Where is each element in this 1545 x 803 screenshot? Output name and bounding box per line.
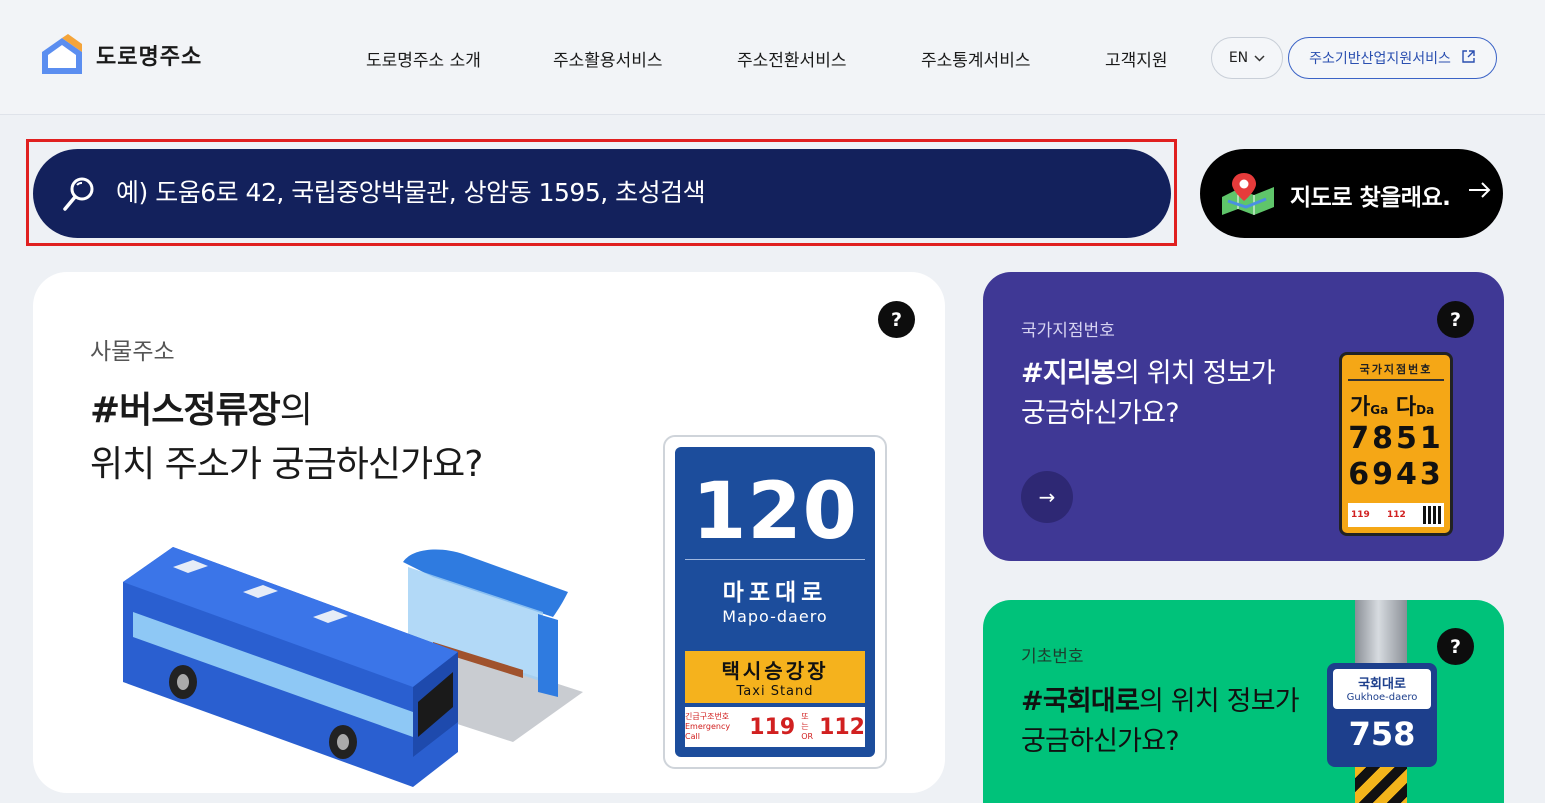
headline-line2: 궁금하신가요? [1021, 398, 1180, 429]
sign-road-name-ko: 마포대로 [722, 580, 828, 606]
card-headline: #지리봉의 위치 정보가 궁금하신가요? [1021, 354, 1276, 434]
sign-emergency-or: 또는 OR [801, 712, 814, 741]
plate-number-2: 6943 [1348, 457, 1444, 492]
language-button[interactable]: EN [1211, 37, 1283, 79]
help-button[interactable]: ? [1437, 628, 1474, 665]
address-search-input[interactable] [116, 170, 1116, 214]
sign-number: 120 [692, 467, 858, 557]
object-address-card[interactable]: ? 사물주소 #버스정류장의 위치 주소가 궁금하신가요? 120 마포대로 M… [33, 272, 945, 793]
national-point-number-card[interactable]: ? 국가지점번호 #지리봉의 위치 정보가 궁금하신가요? → 국가지점번호 가… [983, 272, 1504, 561]
sign-taxi-ko: 택시승강장 [721, 659, 829, 683]
industry-service-label: 주소기반산업지원서비스 [1309, 51, 1451, 67]
national-point-plate: 국가지점번호 가Ga 다Da 7851 6943 119 112 [1339, 352, 1453, 536]
card-eyebrow: 기초번호 [1021, 647, 1084, 667]
map-search-button[interactable]: 지도로 찾을래요. [1200, 149, 1503, 238]
map-pin-icon [1220, 171, 1276, 219]
search-icon[interactable] [62, 176, 96, 212]
plate-road-name-ko: 국회대로 [1358, 677, 1406, 692]
qr-code-icon [1423, 506, 1441, 524]
arrow-right-icon [1468, 177, 1492, 205]
plate-number-1: 7851 [1348, 421, 1444, 456]
sign-taxi-en: Taxi Stand [736, 684, 814, 699]
bus-stop-sign: 120 마포대로 Mapo-daero 택시승강장 Taxi Stand 긴급구… [663, 435, 887, 769]
sign-emergency-panel: 긴급구조번호 Emergency Call 119 또는 OR 112 [685, 707, 865, 747]
card-eyebrow: 국가지점번호 [1021, 321, 1115, 341]
bus-stop-illustration [113, 542, 613, 793]
nav-item-usage[interactable]: 주소활용서비스 [553, 46, 662, 71]
sign-emergency-112: 112 [819, 714, 865, 740]
basic-number-card[interactable]: ? 기초번호 #국회대로의 위치 정보가 궁금하신가요? 국회대로 Gukhoe… [983, 600, 1504, 803]
sign-divider [685, 559, 865, 560]
sign-emergency-en: Emergency Call [685, 722, 731, 741]
headline-keyword: #국회대로 [1021, 686, 1140, 717]
help-button[interactable]: ? [878, 301, 915, 338]
external-link-icon [1461, 49, 1476, 68]
plate-title: 국가지점번호 [1348, 361, 1444, 381]
headline-keyword: #지리봉 [1021, 358, 1116, 389]
plate-footer: 119 112 [1348, 503, 1444, 527]
language-label: EN [1228, 50, 1249, 66]
card-headline: #버스정류장의 위치 주소가 궁금하신가요? [90, 384, 483, 492]
headline-text: 의 위치 정보가 [1114, 358, 1276, 389]
headline-line2: 궁금하신가요? [1021, 726, 1180, 757]
chevron-down-icon [1254, 50, 1265, 66]
sign-road-name-en: Mapo-daero [722, 607, 828, 626]
headline-text: 의 위치 정보가 [1138, 686, 1300, 717]
help-button[interactable]: ? [1437, 301, 1474, 338]
plate-grid-code: 가Ga 다Da [1350, 395, 1435, 420]
arrow-right-icon: → [1038, 485, 1056, 509]
headline-keyword: #버스정류장 [90, 390, 281, 431]
card-eyebrow: 사물주소 [90, 339, 175, 365]
arrow-right-button[interactable]: → [1021, 471, 1073, 523]
card-headline: #국회대로의 위치 정보가 궁금하신가요? [1021, 682, 1300, 762]
nav-item-support[interactable]: 고객지원 [1105, 46, 1168, 71]
nav-item-convert[interactable]: 주소전환서비스 [737, 46, 846, 71]
plate-number: 758 [1348, 715, 1416, 753]
site-header: 도로명주소 도로명주소 소개 주소활용서비스 주소전환서비스 주소통계서비스 고… [0, 0, 1545, 115]
headline-line2: 위치 주소가 궁금하신가요? [90, 444, 483, 485]
plate-road-name: 국회대로 Gukhoe-daero [1333, 669, 1431, 709]
nav-item-intro[interactable]: 도로명주소 소개 [366, 46, 481, 71]
sign-panel: 120 마포대로 Mapo-daero 택시승강장 Taxi Stand 긴급구… [675, 447, 875, 757]
plate-road-name-en: Gukhoe-daero [1346, 692, 1418, 703]
nav-item-stats[interactable]: 주소통계서비스 [921, 46, 1030, 71]
headline-text: 의 [279, 390, 313, 431]
basic-number-plate: 국회대로 Gukhoe-daero 758 [1327, 663, 1437, 767]
sign-taxi-panel: 택시승강장 Taxi Stand [685, 651, 865, 703]
sign-emergency-ko: 긴급구조번호 [685, 712, 730, 721]
industry-service-button[interactable]: 주소기반산업지원서비스 [1288, 37, 1497, 79]
map-search-label: 지도로 찾을래요. [1290, 185, 1451, 211]
sign-emergency-119: 119 [749, 714, 796, 740]
